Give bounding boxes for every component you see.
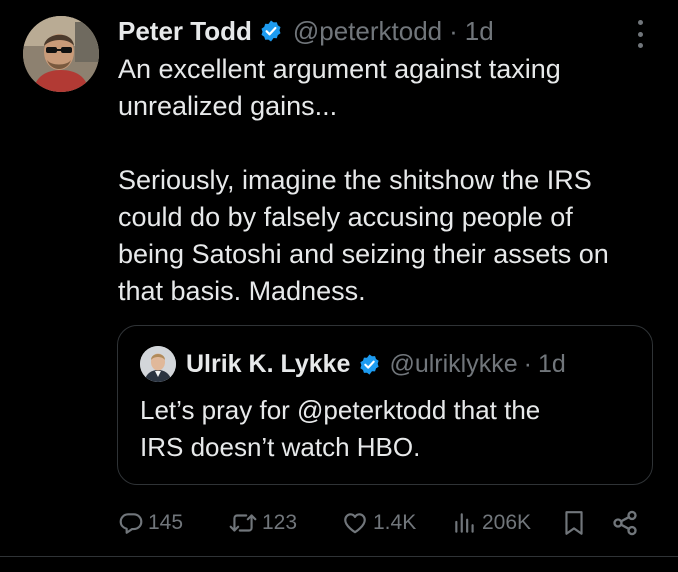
bookmark-icon [565,511,583,535]
quoted-author-avatar-image [140,346,176,382]
divider [0,556,678,557]
separator-dot: · [523,349,532,378]
tweet: Peter Todd @peterktodd · 1d An excellent… [0,0,678,572]
repost-button[interactable]: 123 [228,503,297,543]
verified-badge-icon[interactable] [358,353,381,376]
author-name[interactable]: Peter Todd [118,16,252,47]
quoted-author-name[interactable]: Ulrik K. Lykke [186,350,350,379]
reply-button[interactable]: 145 [118,503,183,543]
more-vertical-icon[interactable] [632,20,648,48]
repost-count: 123 [262,511,298,534]
like-icon [344,513,366,534]
views-count: 206K [482,511,532,534]
tweet-timestamp[interactable]: 1d [465,16,494,47]
more-dot [637,20,643,25]
quoted-author-handle[interactable]: @ulriklykke [389,350,517,379]
tweet-header: Peter Todd @peterktodd · 1d [118,12,494,50]
quoted-tweet-timestamp[interactable]: 1d [538,350,566,379]
views-button[interactable]: 206K [452,503,531,543]
quoted-tweet[interactable]: Ulrik K. Lykke @ulriklykke · 1d Let’s pr… [117,325,653,485]
verified-badge-icon[interactable] [259,19,283,43]
tweet-actions-bar: 145 123 1.4K 206K [0,503,678,543]
reply-icon [119,513,143,534]
quoted-tweet-text: Let’s pray for @peterktodd that the IRS … [140,395,541,462]
bookmark-button[interactable] [562,503,586,543]
author-avatar[interactable] [23,16,99,92]
share-icon [613,510,637,536]
views-icon [455,513,474,533]
like-count: 1.4K [373,511,417,534]
reply-count: 145 [148,511,184,534]
more-dot [637,31,643,37]
author-avatar-image [23,16,99,92]
share-button[interactable] [611,503,639,543]
tweet-text: An excellent argument against taxing unr… [118,54,609,306]
quoted-tweet-header: Ulrik K. Lykke @ulriklykke · 1d [186,346,566,382]
like-button[interactable]: 1.4K [341,503,416,543]
separator-dot: · [449,15,458,46]
author-handle[interactable]: @peterktodd [293,16,442,47]
repost-icon [229,514,257,532]
more-dot [637,43,643,48]
quoted-author-avatar[interactable] [140,346,176,382]
